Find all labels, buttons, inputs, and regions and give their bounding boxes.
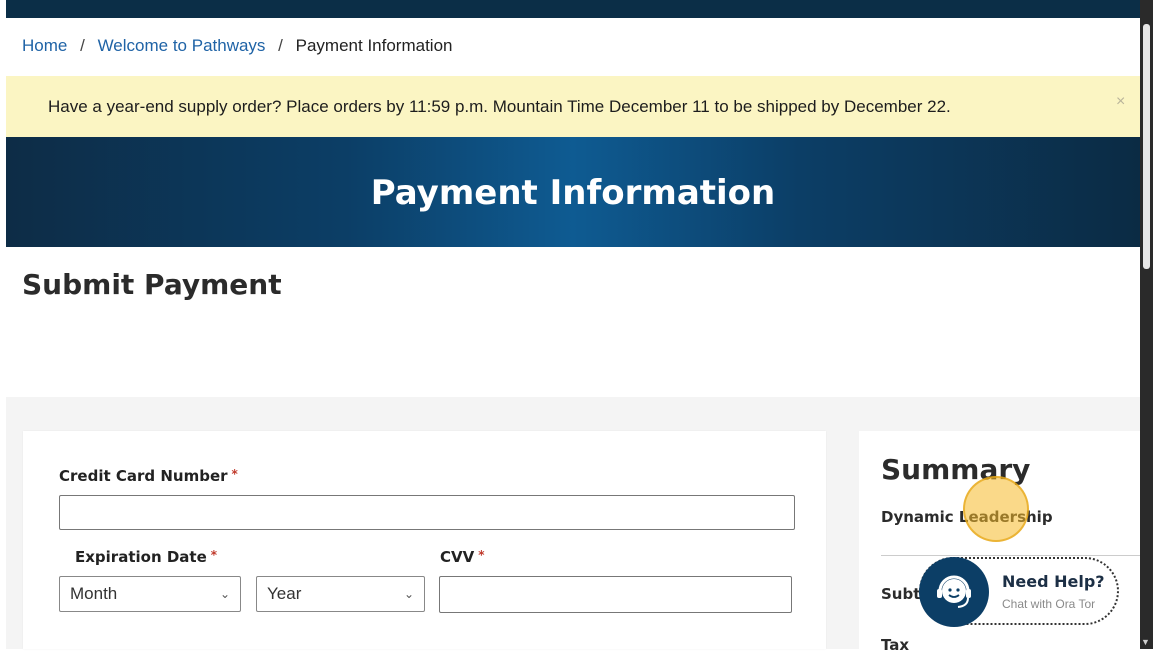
month-select-value: Month xyxy=(70,584,118,603)
cvv-label: CVV * xyxy=(440,548,485,566)
cursor-highlight xyxy=(963,476,1029,542)
card-number-label: Credit Card Number * xyxy=(59,467,238,485)
need-help-subtitle: Chat with Ora Tor xyxy=(1002,597,1096,611)
payment-form-card: Credit Card Number * Expiration Date * Mon… xyxy=(23,431,826,649)
scrollbar-thumb[interactable] xyxy=(1143,24,1150,269)
breadcrumb-separator: / xyxy=(278,36,283,55)
top-bar xyxy=(0,0,1140,18)
announcement-banner: Have a year-end supply order? Place orde… xyxy=(6,76,1140,137)
summary-divider xyxy=(881,555,1140,556)
chevron-down-icon: ⌄ xyxy=(403,587,414,601)
hero-banner: Payment Information xyxy=(6,137,1140,247)
card-number-label-text: Credit Card Number xyxy=(59,467,228,485)
breadcrumb-welcome-link[interactable]: Welcome to Pathways xyxy=(98,36,266,55)
summary-tax-label: Tax xyxy=(881,636,910,654)
breadcrumb: Home / Welcome to Pathways / Payment Inf… xyxy=(22,36,453,56)
year-select-value: Year xyxy=(267,584,302,603)
scroll-down-icon[interactable]: ▼ xyxy=(1141,637,1150,647)
chevron-down-icon: ⌄ xyxy=(219,587,230,601)
required-marker: * xyxy=(231,467,238,481)
expiration-date-label-text: Expiration Date xyxy=(75,548,207,566)
chat-agent-icon[interactable] xyxy=(919,557,989,627)
cvv-label-text: CVV xyxy=(440,548,475,566)
required-marker: * xyxy=(478,548,485,562)
need-help-title[interactable]: Need Help? xyxy=(1002,572,1105,591)
expiration-month-select[interactable]: Month ⌄ xyxy=(59,576,241,612)
breadcrumb-home-link[interactable]: Home xyxy=(22,36,67,55)
hero-title: Payment Information xyxy=(370,173,776,213)
announcement-text: Have a year-end supply order? Place orde… xyxy=(48,97,951,116)
card-number-input[interactable] xyxy=(59,495,795,530)
page-title: Submit Payment xyxy=(22,268,282,301)
close-icon[interactable]: × xyxy=(1116,93,1125,111)
breadcrumb-separator: / xyxy=(80,36,85,55)
required-marker: * xyxy=(210,548,218,562)
breadcrumb-current: Payment Information xyxy=(295,36,453,55)
expiration-year-select[interactable]: Year ⌄ xyxy=(256,576,425,612)
cvv-input[interactable] xyxy=(439,576,792,613)
expiration-date-label: Expiration Date * xyxy=(75,548,217,566)
